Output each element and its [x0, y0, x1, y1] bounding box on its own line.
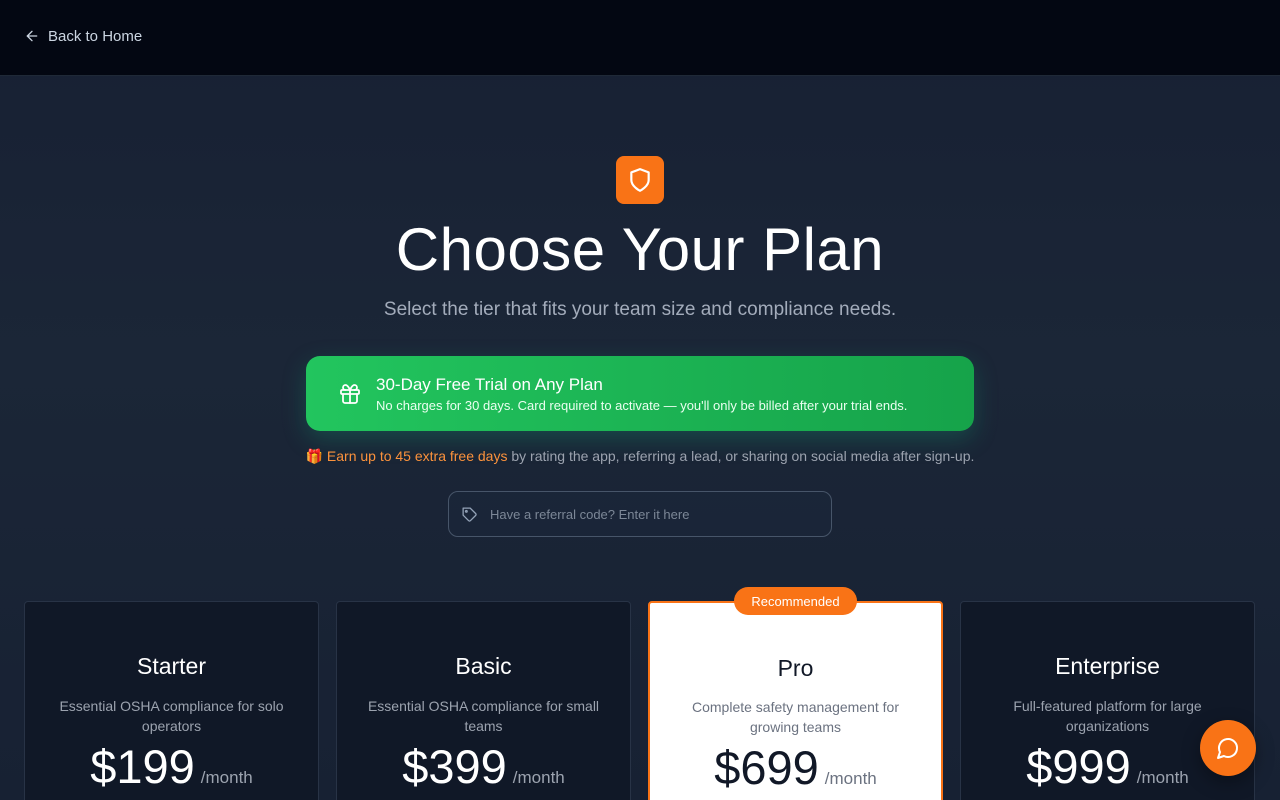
gift-emoji: 🎁	[305, 448, 324, 464]
plan-price: $699	[714, 741, 819, 794]
top-bar: Back to Home	[0, 0, 1280, 76]
tag-icon	[462, 506, 477, 522]
extra-days-note: 🎁 Earn up to 45 extra free days by ratin…	[0, 446, 1280, 466]
plan-name: Basic	[455, 653, 512, 679]
plan-description: Full-featured platform for large organiz…	[1013, 698, 1202, 734]
extra-days-link[interactable]: Earn up to 45 extra free days	[327, 448, 508, 464]
arrow-left-icon	[26, 30, 38, 42]
shield-icon	[616, 156, 664, 204]
referral-code-input[interactable]	[490, 506, 831, 522]
gift-icon	[338, 382, 362, 406]
back-to-home-label: Back to Home	[48, 27, 143, 45]
referral-code-field[interactable]	[448, 491, 832, 537]
plan-price: $399	[402, 740, 507, 793]
plan-card-pro[interactable]: Pro Complete safety management for growi…	[648, 601, 943, 800]
plan-price: $199	[90, 740, 195, 793]
plan-description: Essential OSHA compliance for solo opera…	[59, 698, 284, 734]
plan-period: /month	[200, 768, 253, 787]
chat-bubble-icon	[1217, 738, 1238, 759]
free-trial-banner: 30-Day Free Trial on Any Plan No charges…	[306, 356, 974, 431]
back-to-home-link[interactable]: Back to Home	[24, 24, 142, 48]
plan-name: Pro	[777, 655, 814, 681]
plan-description: Complete safety management for growing t…	[692, 699, 899, 735]
plan-price: $999	[1026, 740, 1131, 793]
trial-title: 30-Day Free Trial on Any Plan	[376, 374, 603, 394]
plan-period: /month	[512, 768, 565, 787]
plan-period: /month	[1136, 768, 1189, 787]
plan-name: Starter	[136, 653, 207, 679]
plan-period: /month	[824, 769, 877, 788]
plan-card-starter[interactable]: Starter Essential OSHA compliance for so…	[24, 601, 319, 800]
plan-name: Enterprise	[1055, 653, 1160, 679]
page-title: Choose Your Plan	[395, 216, 885, 283]
extra-days-text: by rating the app, referring a lead, or …	[507, 448, 975, 464]
plan-card-basic[interactable]: Basic Essential OSHA compliance for smal…	[336, 601, 631, 800]
plan-description: Essential OSHA compliance for small team…	[367, 698, 600, 734]
trial-subtitle: No charges for 30 days. Card required to…	[376, 397, 908, 413]
chat-button[interactable]	[1200, 720, 1256, 776]
page-subtitle: Select the tier that fits your team size…	[383, 299, 897, 320]
recommended-badge: Recommended	[734, 587, 857, 615]
